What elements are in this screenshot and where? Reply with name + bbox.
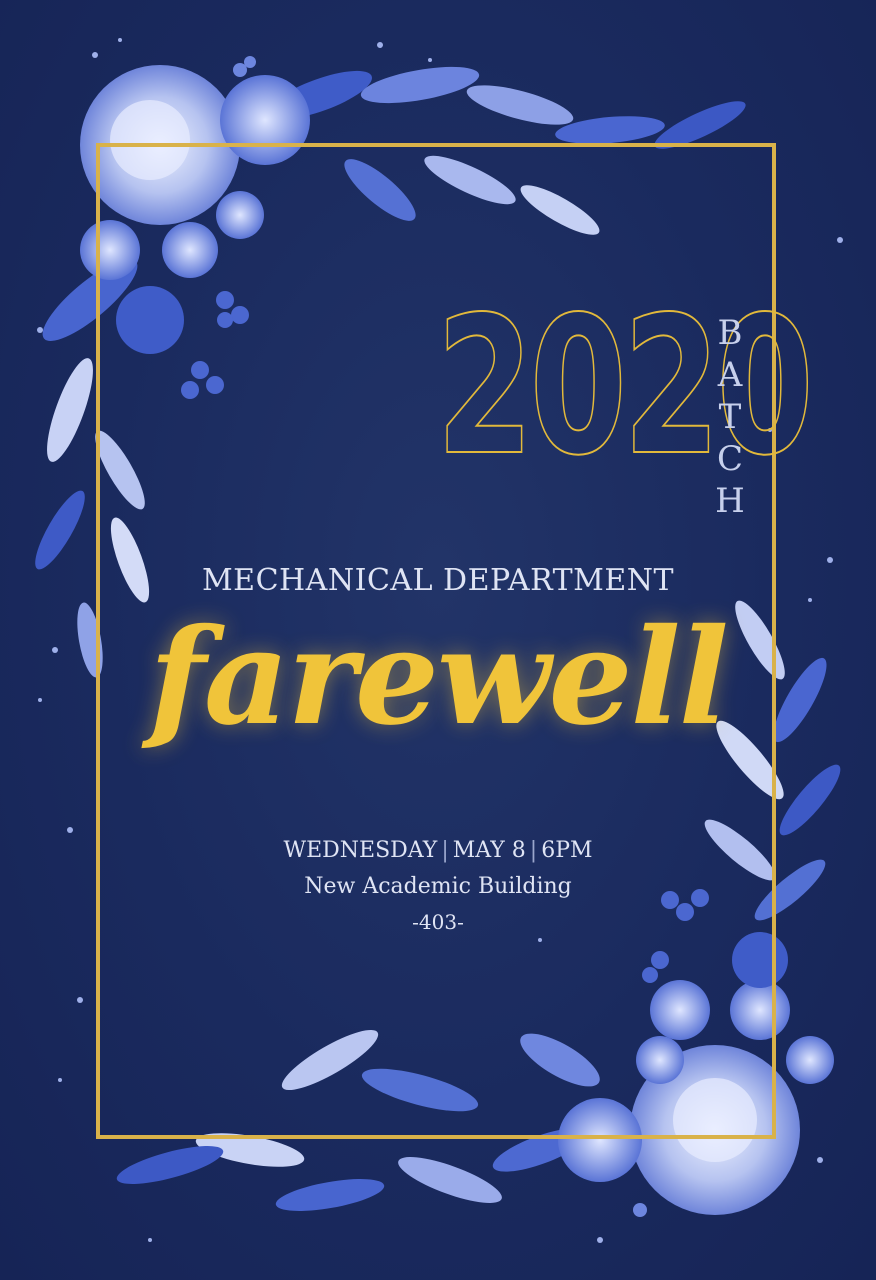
batch-letter: B xyxy=(717,313,743,353)
farewell-headline: farewell xyxy=(149,600,729,755)
batch-letter: H xyxy=(715,481,745,521)
event-date-line: WEDNESDAY | MAY 8 | 6PM xyxy=(0,838,876,863)
separator: | xyxy=(529,838,538,863)
event-venue: New Academic Building xyxy=(304,874,572,899)
batch-year: 2020 xyxy=(435,276,814,497)
separator: | xyxy=(441,838,449,863)
event-room: -403- xyxy=(412,910,464,934)
invitation-card: 2020 B A T C H MECHANICAL DEPARTMENT far… xyxy=(0,0,876,1280)
batch-label: B A T C H xyxy=(712,312,748,522)
batch-letter: T xyxy=(718,397,742,437)
event-date: MAY 8 xyxy=(452,838,526,863)
event-day: WEDNESDAY xyxy=(283,838,438,863)
batch-letter: C xyxy=(716,439,743,479)
event-time: 6PM xyxy=(541,838,593,863)
department-title: MECHANICAL DEPARTMENT xyxy=(201,563,675,598)
batch-letter: A xyxy=(717,355,743,395)
